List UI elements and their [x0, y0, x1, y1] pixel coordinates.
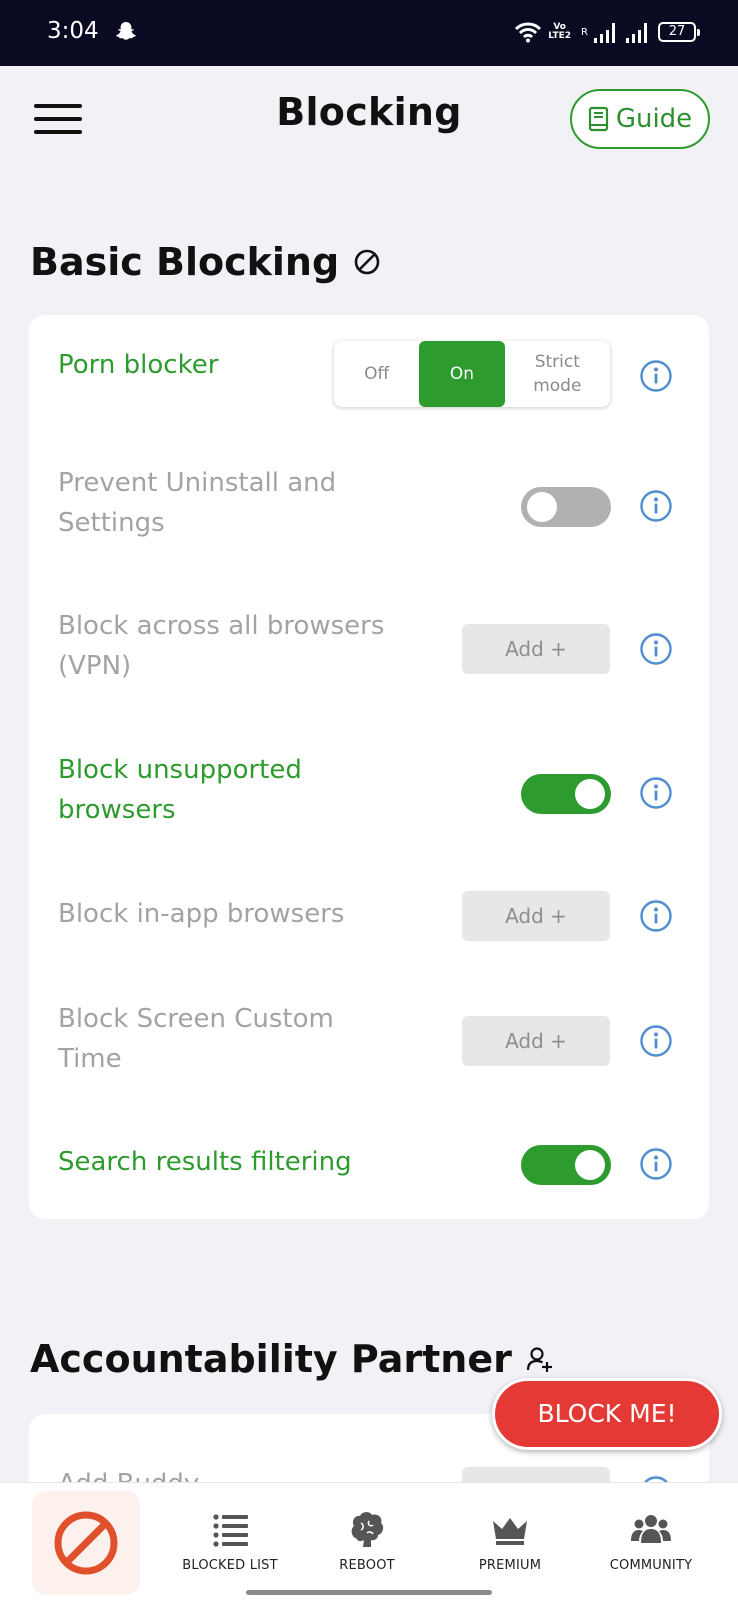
block-me-button[interactable]: BLOCK ME! — [492, 1378, 722, 1450]
nav-blocked-list[interactable]: BLOCKED LIST — [160, 1483, 300, 1583]
section-title-accountability-partner: Accountability Partner — [30, 1337, 554, 1381]
prohibited-icon — [54, 1511, 118, 1575]
nav-reboot[interactable]: REBOOT — [297, 1483, 437, 1583]
nav-community-label: COMMUNITY — [609, 1558, 693, 1573]
guide-label: Guide — [615, 104, 693, 134]
block-in-app-browsers-add-button[interactable]: Add + — [462, 891, 610, 941]
nav-reboot-label: REBOOT — [339, 1558, 395, 1573]
status-indicators: Vo LTE2 R 27 — [514, 16, 700, 48]
battery-level: 27 — [668, 24, 686, 39]
block-screen-custom-time-label: Block Screen Custom Time — [58, 1004, 334, 1074]
mode-off-option[interactable]: Off — [334, 341, 419, 407]
section-title-basic-blocking: Basic Blocking — [30, 240, 381, 284]
battery-icon: 27 — [658, 22, 700, 42]
nav-premium[interactable]: PREMIUM — [440, 1483, 580, 1583]
add-user-icon — [526, 1347, 552, 1372]
block-screen-custom-time-add-button[interactable]: Add + — [462, 1016, 610, 1066]
guide-button[interactable]: Guide — [570, 89, 710, 149]
nav-community[interactable]: COMMUNITY — [581, 1483, 721, 1583]
prevent-uninstall-label: Prevent Uninstall and Settings — [58, 468, 337, 538]
block-screen-custom-time-info-icon[interactable] — [639, 1024, 673, 1058]
list-icon — [213, 1514, 248, 1547]
signal-1-icon — [594, 23, 615, 43]
block-unsupported-browsers-label: Block unsupported browsers — [58, 755, 302, 825]
wifi-icon — [515, 22, 542, 43]
block-all-browsers-label: Block across all browsers (VPN) — [58, 611, 385, 681]
block-in-app-browsers-label: Block in-app browsers — [58, 899, 345, 929]
bottom-nav: BLOCKED LIST REBOOT PREMIUM COMMUNITY — [0, 1482, 738, 1600]
status-bar: 3:04 Vo LTE2 R 27 — [0, 0, 738, 66]
roaming-indicator: R — [581, 26, 588, 38]
crown-icon — [493, 1518, 527, 1545]
block-unsupported-browsers-info-icon[interactable] — [639, 776, 673, 810]
book-icon — [588, 106, 608, 132]
prevent-uninstall-info-icon[interactable] — [639, 489, 673, 523]
status-time: 3:04 — [47, 18, 99, 44]
gesture-bar[interactable] — [246, 1590, 492, 1595]
search-results-filtering-info-icon[interactable] — [639, 1147, 673, 1181]
porn-blocker-info-icon[interactable] — [639, 359, 673, 393]
porn-blocker-mode-selector[interactable]: Off On Strict mode — [334, 341, 610, 407]
community-icon — [631, 1515, 671, 1543]
basic-blocking-card: Porn blocker Off On Strict mode Prevent … — [29, 315, 709, 1219]
volte-indicator: Vo LTE2 — [548, 22, 572, 41]
nav-blocked-list-label: BLOCKED LIST — [182, 1558, 278, 1573]
block-in-app-browsers-info-icon[interactable] — [639, 899, 673, 933]
brain-icon — [351, 1512, 384, 1547]
prevent-uninstall-toggle[interactable] — [521, 487, 611, 527]
block-all-browsers-info-icon[interactable] — [639, 632, 673, 666]
block-all-browsers-add-button[interactable]: Add + — [462, 624, 610, 674]
nav-premium-label: PREMIUM — [478, 1558, 542, 1573]
mode-strict-option[interactable]: Strict mode — [505, 341, 610, 407]
search-results-filtering-toggle[interactable] — [521, 1145, 611, 1185]
search-results-filtering-label: Search results filtering — [58, 1147, 352, 1177]
prohibited-icon — [354, 249, 380, 275]
signal-2-icon — [626, 23, 647, 43]
block-unsupported-browsers-toggle[interactable] — [521, 774, 611, 814]
snapchat-notification-icon — [116, 22, 136, 40]
mode-on-option[interactable]: On — [419, 341, 505, 407]
nav-blocking-home[interactable] — [32, 1491, 140, 1595]
